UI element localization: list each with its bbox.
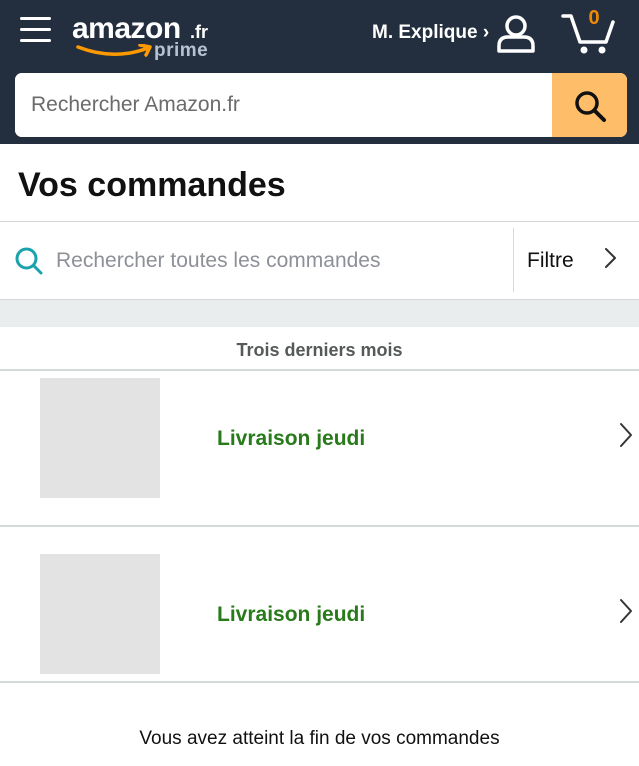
order-search-bar: Filtre	[0, 221, 639, 300]
end-of-orders-message: Vous avez atteint la fin de vos commande…	[139, 728, 500, 749]
order-status: Livraison jeudi	[217, 603, 366, 626]
order-status: Livraison jeudi	[217, 427, 366, 450]
hamburger-menu-icon	[20, 17, 52, 42]
section-label: Trois derniers mois	[236, 340, 403, 360]
order-thumbnail	[40, 378, 160, 498]
smile-arrow-icon	[76, 44, 152, 57]
filter-button[interactable]: Filtre	[514, 222, 639, 299]
top-header: amazon .fr prime M. Explique › 0	[0, 0, 639, 144]
chevron-right-icon	[620, 599, 632, 623]
search-icon	[15, 247, 43, 275]
menu-button[interactable]	[20, 17, 52, 47]
filter-label: Filtre	[527, 249, 574, 272]
chevron-right-icon	[620, 423, 632, 447]
account-link[interactable]: M. Explique ›	[372, 22, 489, 44]
magnifier-icon	[575, 91, 606, 122]
search-bar	[15, 73, 627, 137]
section-header: Trois derniers mois	[0, 327, 639, 371]
page-title: Vos commandes	[18, 166, 286, 204]
amazon-logo[interactable]: amazon .fr prime	[72, 10, 222, 68]
logo-prime: prime	[154, 40, 209, 61]
order-thumbnail	[40, 554, 160, 674]
section-spacer	[0, 300, 639, 327]
search-submit-button[interactable]	[552, 73, 627, 137]
order-row[interactable]: Livraison jeudi	[0, 371, 639, 527]
chevron-right-icon	[605, 248, 616, 268]
search-input[interactable]	[15, 73, 552, 137]
order-search-input[interactable]	[56, 232, 496, 290]
order-row[interactable]: Livraison jeudi	[0, 527, 639, 683]
cart-count-badge: 0	[588, 7, 600, 29]
user-icon[interactable]	[496, 14, 536, 54]
